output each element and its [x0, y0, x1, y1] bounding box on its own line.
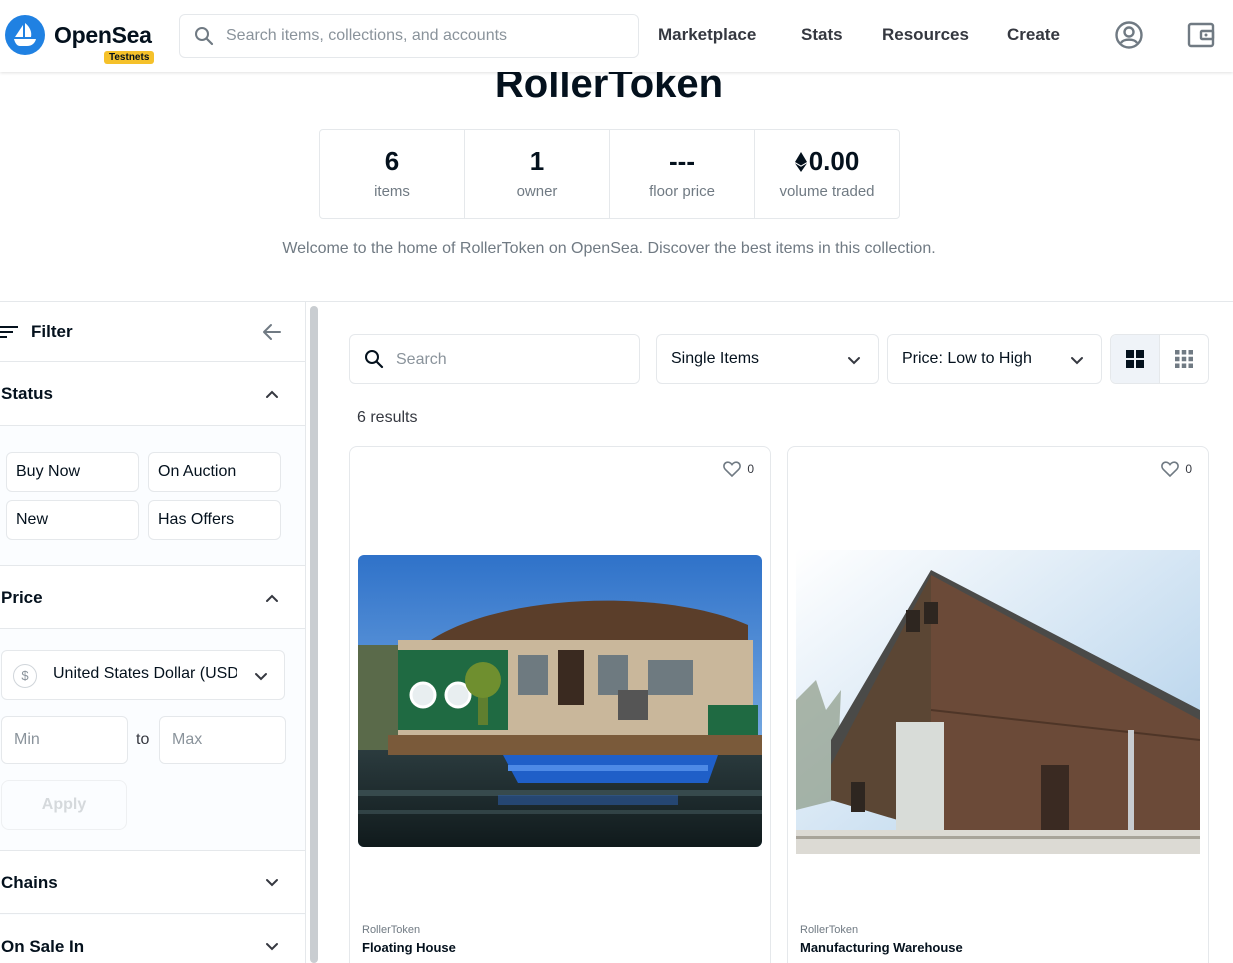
filter-sidebar: Filter Status Buy Now On Auction New Has… — [0, 302, 306, 963]
chevron-down-icon — [266, 943, 278, 951]
items-search-input[interactable] — [396, 349, 616, 371]
account-icon[interactable] — [1114, 20, 1144, 50]
chevron-down-icon — [266, 879, 278, 887]
global-search[interactable] — [179, 14, 639, 58]
price-max-input[interactable] — [159, 716, 286, 764]
stat-value: 1 — [529, 146, 545, 176]
stat-value-wrap: 0.00 — [755, 146, 899, 177]
item-type-value: Single Items — [671, 350, 760, 367]
global-search-input[interactable] — [226, 25, 626, 47]
status-has-offers[interactable]: Has Offers — [148, 500, 281, 540]
to-label: to — [136, 731, 150, 748]
heart-icon — [1161, 461, 1180, 477]
favorite-count: 0 — [747, 462, 754, 476]
price-section-header[interactable]: Price — [0, 565, 305, 629]
stat-volume-traded: 0.00 volume traded — [755, 130, 899, 218]
card-name[interactable]: Floating House — [362, 940, 456, 955]
card-name[interactable]: Manufacturing Warehouse — [800, 940, 963, 955]
filter-header[interactable]: Filter — [0, 302, 305, 362]
price-title: Price — [1, 588, 43, 607]
large-grid-button[interactable] — [1111, 335, 1160, 383]
status-on-auction[interactable]: On Auction — [148, 452, 281, 492]
collection-stats: 6 items 1 owner --- floor price 0.00 vol… — [319, 129, 900, 219]
filter-icon — [0, 326, 18, 338]
opensea-logo-icon[interactable] — [5, 15, 45, 55]
nft-card[interactable]: 0 RollerToken Floating House — [349, 446, 771, 963]
stat-value: 6 — [384, 146, 400, 176]
status-buy-now[interactable]: Buy Now — [6, 452, 139, 492]
status-section-header[interactable]: Status — [0, 362, 305, 426]
small-grid-icon — [1175, 350, 1193, 368]
chevron-down-icon — [848, 357, 860, 365]
nav-marketplace[interactable]: Marketplace — [658, 25, 756, 45]
chevron-up-icon — [266, 390, 278, 398]
heart-icon — [723, 461, 742, 477]
chevron-up-icon — [266, 594, 278, 602]
on-sale-title: On Sale In — [1, 937, 85, 956]
sidebar-scrollbar[interactable] — [310, 306, 318, 963]
items-search[interactable] — [349, 334, 640, 384]
chevron-down-icon — [255, 673, 267, 681]
arrow-left-icon[interactable] — [262, 322, 282, 342]
apply-button[interactable]: Apply — [1, 780, 127, 830]
stat-label: items — [374, 183, 410, 200]
item-type-dropdown[interactable]: Single Items — [656, 334, 879, 384]
houseboat-image — [358, 555, 762, 847]
top-navbar: OpenSea Testnets Marketplace Stats Resou… — [0, 0, 1233, 72]
dollar-icon: $ — [13, 664, 37, 688]
stat-label: owner — [516, 183, 558, 200]
small-grid-button[interactable] — [1160, 335, 1208, 383]
nft-image-manufacturing-warehouse[interactable] — [796, 550, 1200, 854]
eth-icon — [794, 151, 807, 172]
card-collection[interactable]: RollerToken — [362, 924, 420, 936]
favorite-button[interactable]: 0 — [1161, 461, 1192, 477]
nav-create[interactable]: Create — [1007, 25, 1060, 45]
view-toggle — [1110, 334, 1209, 384]
search-icon — [365, 350, 384, 369]
chains-section-header[interactable]: Chains — [0, 850, 305, 914]
status-title: Status — [1, 384, 53, 403]
nav-resources[interactable]: Resources — [882, 25, 969, 45]
stat-owners[interactable]: 1 owner — [465, 130, 610, 218]
brand-name[interactable]: OpenSea — [54, 22, 152, 49]
card-collection[interactable]: RollerToken — [800, 924, 858, 936]
warehouse-image — [796, 550, 1200, 854]
stat-label: floor price — [649, 183, 715, 200]
large-grid-icon — [1126, 350, 1144, 368]
stat-floor-price: --- floor price — [610, 130, 755, 218]
stat-label: volume traded — [779, 183, 875, 200]
testnets-badge: Testnets — [104, 51, 155, 64]
status-new[interactable]: New — [6, 500, 139, 540]
nft-image-floating-house[interactable] — [358, 555, 762, 847]
nav-stats[interactable]: Stats — [801, 25, 843, 45]
filter-label: Filter — [31, 322, 73, 341]
search-icon — [195, 27, 214, 46]
chains-title: Chains — [1, 873, 58, 892]
nft-card[interactable]: 0 RollerToken Manufacturing Warehouse — [787, 446, 1209, 963]
stat-value: --- — [669, 146, 695, 176]
results-count: 6 results — [357, 409, 418, 426]
sort-value: Price: Low to High — [902, 350, 1032, 367]
currency-select[interactable]: $ United States Dollar (USD) — [1, 650, 285, 700]
price-min-input[interactable] — [1, 716, 128, 764]
collection-description: Welcome to the home of RollerToken on Op… — [282, 240, 936, 257]
currency-value: United States Dollar (USD) — [53, 665, 237, 682]
wallet-icon[interactable] — [1187, 20, 1215, 50]
stat-value: 0.00 — [808, 146, 860, 176]
favorite-button[interactable]: 0 — [723, 461, 754, 477]
favorite-count: 0 — [1185, 462, 1192, 476]
chevron-down-icon — [1071, 357, 1083, 365]
stat-items[interactable]: 6 items — [320, 130, 465, 218]
sort-dropdown[interactable]: Price: Low to High — [887, 334, 1102, 384]
on-sale-section-header[interactable]: On Sale In — [0, 915, 305, 963]
